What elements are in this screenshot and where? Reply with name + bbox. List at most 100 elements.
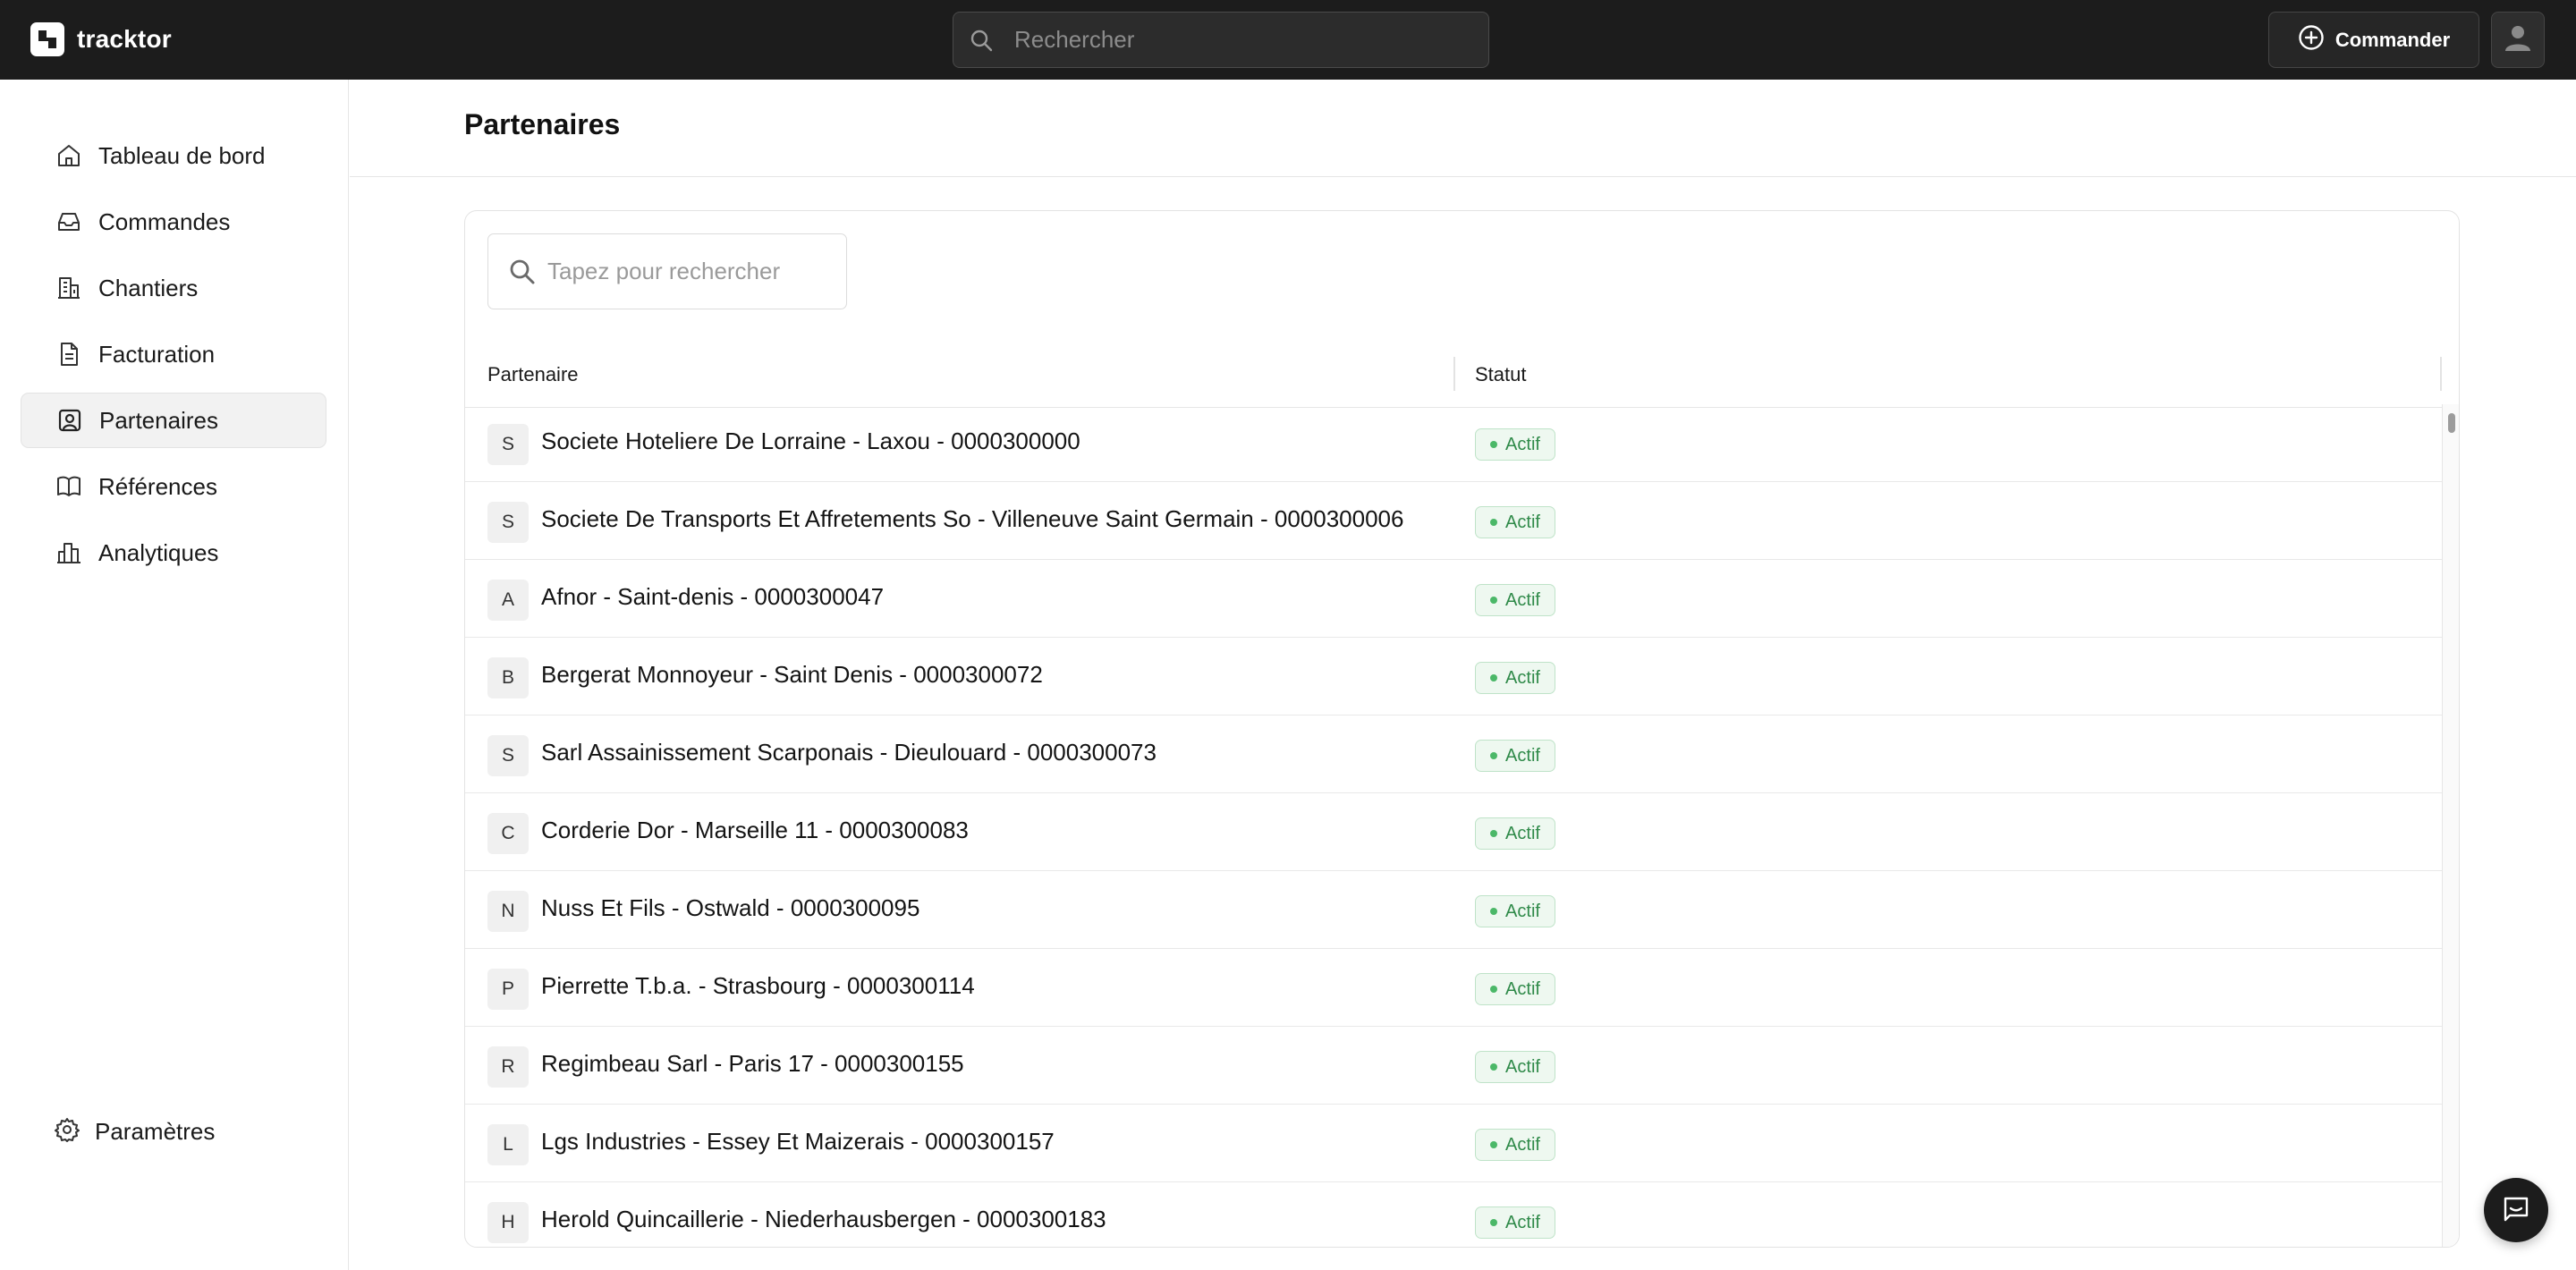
status-label: Actif — [1505, 667, 1540, 688]
partner-name: Corderie Dor - Marseille 11 - 0000300083 — [541, 817, 969, 843]
search-icon — [969, 28, 994, 57]
partner-name: Pierrette T.b.a. - Strasbourg - 00003001… — [541, 972, 975, 999]
status-badge: Actif — [1475, 740, 1555, 772]
sidebar-item-sites[interactable]: Chantiers — [21, 260, 326, 316]
table-search-input[interactable] — [547, 234, 834, 308]
home-icon — [55, 142, 82, 169]
sidebar-item-billing[interactable]: Facturation — [21, 326, 326, 382]
bar-chart-icon — [55, 539, 82, 566]
status-badge: Actif — [1475, 506, 1555, 538]
status-dot-icon — [1490, 1219, 1498, 1226]
partners-table-card: Partenaire Statut S Societe Hoteliere De … — [464, 210, 2460, 1248]
table-row[interactable]: S Societe De Transports Et Affretements S… — [465, 482, 2442, 560]
sidebar-item-partners[interactable]: Partenaires — [21, 393, 326, 448]
status-dot-icon — [1490, 908, 1498, 915]
partner-initial-avatar: B — [487, 657, 529, 698]
sidebar-item-analytics[interactable]: Analytiques — [21, 525, 326, 580]
partner-name: Afnor - Saint-denis - 0000300047 — [541, 583, 885, 610]
order-button[interactable]: Commander — [2268, 12, 2479, 68]
global-search[interactable] — [953, 12, 1489, 68]
top-bar: tracktor Commander — [0, 0, 2576, 80]
table-row[interactable]: C Corderie Dor - Marseille 11 - 000030008… — [465, 793, 2442, 871]
sidebar: Tableau de bord Commandes Chantiers Fact… — [0, 80, 349, 1270]
table-row[interactable]: H Herold Quincaillerie - Niederhausbergen… — [465, 1182, 2442, 1247]
partner-name: Sarl Assainissement Scarponais - Dieulou… — [541, 739, 1157, 766]
status-dot-icon — [1490, 597, 1498, 604]
status-badge: Actif — [1475, 1206, 1555, 1239]
status-dot-icon — [1490, 986, 1498, 993]
partner-name: Bergerat Monnoyeur - Saint Denis - 00003… — [541, 661, 1043, 688]
status-label: Actif — [1505, 512, 1540, 532]
status-dot-icon — [1490, 752, 1498, 759]
table-row[interactable]: P Pierrette T.b.a. - Strasbourg - 0000300… — [465, 949, 2442, 1027]
gear-icon — [54, 1116, 80, 1147]
sidebar-item-orders[interactable]: Commandes — [21, 194, 326, 250]
building-icon — [55, 275, 82, 301]
status-dot-icon — [1490, 1141, 1498, 1148]
partner-name: Nuss Et Fils - Ostwald - 0000300095 — [541, 894, 920, 921]
table-row[interactable]: L Lgs Industries - Essey Et Maizerais - 0… — [465, 1105, 2442, 1182]
search-icon — [508, 258, 537, 291]
sidebar-item-label: Commandes — [98, 207, 231, 235]
partner-initial-avatar: H — [487, 1202, 529, 1243]
partner-name: Lgs Industries - Essey Et Maizerais - 00… — [541, 1128, 1055, 1155]
table-row[interactable]: B Bergerat Monnoyeur - Saint Denis - 0000… — [465, 638, 2442, 715]
column-divider[interactable] — [2440, 357, 2442, 391]
table-row[interactable]: N Nuss Et Fils - Ostwald - 0000300095 Acti… — [465, 871, 2442, 949]
status-label: Actif — [1505, 823, 1540, 843]
partner-name: Societe Hoteliere De Lorraine - Laxou - … — [541, 428, 1080, 454]
partner-initial-avatar: P — [487, 969, 529, 1010]
status-dot-icon — [1490, 519, 1498, 526]
table-row[interactable]: S Sarl Assainissement Scarponais - Dieulo… — [465, 715, 2442, 793]
status-badge: Actif — [1475, 817, 1555, 850]
partner-initial-avatar: S — [487, 502, 529, 543]
user-avatar-button[interactable] — [2491, 12, 2545, 68]
table-header: Partenaire Statut — [465, 341, 2442, 408]
status-badge: Actif — [1475, 428, 1555, 461]
sidebar-item-dashboard[interactable]: Tableau de bord — [21, 128, 326, 183]
scrollbar-thumb[interactable] — [2448, 413, 2455, 433]
app-name: tracktor — [77, 25, 172, 53]
partner-initial-avatar: S — [487, 735, 529, 776]
status-badge: Actif — [1475, 662, 1555, 694]
settings-label: Paramètres — [95, 1117, 216, 1145]
app-logo[interactable]: tracktor — [30, 21, 172, 57]
contact-icon — [56, 407, 83, 434]
column-header-status[interactable]: Statut — [1475, 341, 1526, 408]
partner-initial-avatar: A — [487, 580, 529, 621]
global-search-input[interactable] — [1014, 13, 1479, 66]
partner-name: Regimbeau Sarl - Paris 17 - 0000300155 — [541, 1050, 964, 1077]
sidebar-item-settings[interactable]: Paramètres — [54, 1113, 215, 1149]
status-dot-icon — [1490, 674, 1498, 682]
partner-initial-avatar: S — [487, 424, 529, 465]
sidebar-item-label: Chantiers — [98, 274, 199, 301]
table-search[interactable] — [487, 233, 847, 309]
status-dot-icon — [1490, 830, 1498, 837]
status-badge: Actif — [1475, 973, 1555, 1005]
table-row[interactable]: A Afnor - Saint-denis - 0000300047 Actif — [465, 560, 2442, 638]
chat-support-button[interactable] — [2484, 1178, 2548, 1242]
column-divider[interactable] — [1453, 357, 1455, 391]
partner-name: Herold Quincaillerie - Niederhausbergen … — [541, 1206, 1106, 1232]
partner-initial-avatar: C — [487, 813, 529, 854]
table-row[interactable]: R Regimbeau Sarl - Paris 17 - 0000300155 A… — [465, 1027, 2442, 1105]
partner-initial-avatar: R — [487, 1046, 529, 1088]
partner-initial-avatar: L — [487, 1124, 529, 1165]
status-label: Actif — [1505, 978, 1540, 999]
status-label: Actif — [1505, 589, 1540, 610]
column-header-partner[interactable]: Partenaire — [487, 341, 579, 408]
sidebar-item-label: Tableau de bord — [98, 141, 266, 169]
chat-icon — [2501, 1193, 2531, 1228]
partner-name: Societe De Transports Et Affretements So… — [541, 505, 1404, 532]
partner-initial-avatar: N — [487, 891, 529, 932]
table-scrollbar[interactable] — [2442, 404, 2459, 1247]
status-label: Actif — [1505, 1056, 1540, 1077]
sidebar-item-references[interactable]: Références — [21, 459, 326, 514]
table-body: S Societe Hoteliere De Lorraine - Laxou -… — [465, 404, 2442, 1247]
status-badge: Actif — [1475, 895, 1555, 927]
status-label: Actif — [1505, 1212, 1540, 1232]
sidebar-item-label: Références — [98, 472, 217, 500]
table-row[interactable]: S Societe Hoteliere De Lorraine - Laxou -… — [465, 404, 2442, 482]
status-label: Actif — [1505, 745, 1540, 766]
document-icon — [55, 341, 82, 368]
